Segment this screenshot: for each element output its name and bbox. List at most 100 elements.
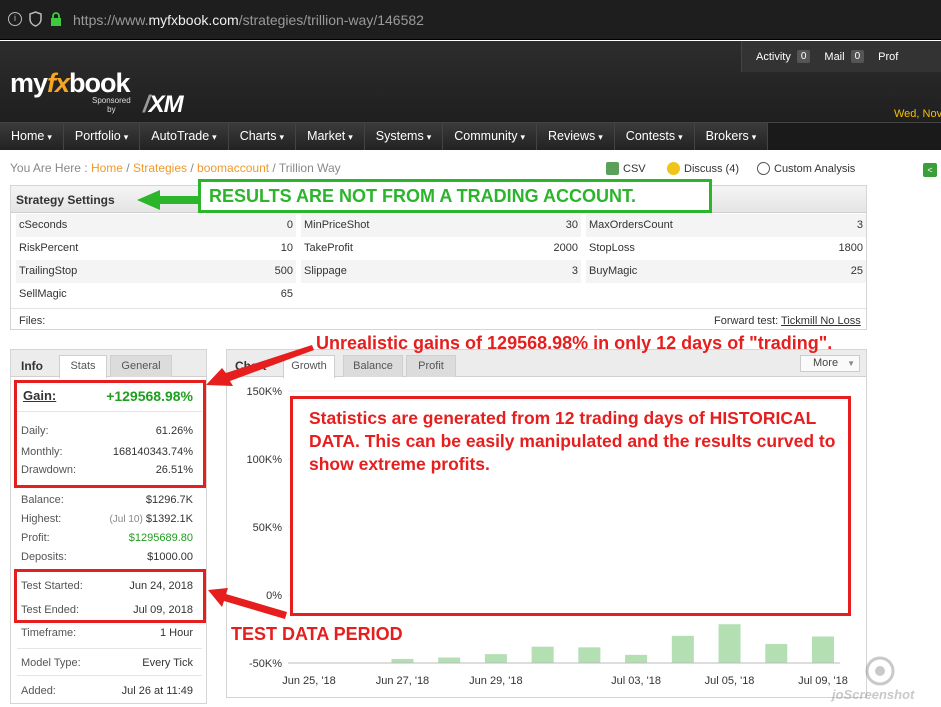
timeframe-label: Timeframe: <box>21 627 77 639</box>
deposits-value: $1000.00 <box>147 551 193 563</box>
setting-value-stoploss: 1800 <box>838 242 863 254</box>
y-tick-label: 50K% <box>253 522 283 534</box>
chevron-down-icon: ▾ <box>520 132 526 142</box>
nav-autotrade[interactable]: AutoTrade ▾ <box>140 123 229 150</box>
x-tick-label: Jul 05, '18 <box>705 675 755 687</box>
gain-highlight-box <box>14 380 206 488</box>
balance-label: Balance: <box>21 494 64 506</box>
mail-count: 0 <box>850 50 865 63</box>
setting-value-sellmagic: 65 <box>280 288 293 300</box>
highest-label: Highest: <box>21 513 62 525</box>
nav-systems[interactable]: Systems ▾ <box>364 123 444 150</box>
bar-mark <box>484 654 507 663</box>
discuss-icon <box>667 162 680 175</box>
tab-balance[interactable]: Balance <box>343 355 403 377</box>
share-icon[interactable]: < <box>923 163 937 177</box>
custom-analysis-button[interactable]: Custom Analysis <box>757 162 855 175</box>
chart-tabs: Chart Growth Balance Profit More ▼ <box>227 350 866 378</box>
info-icon[interactable]: i <box>8 12 22 26</box>
activity-count: 0 <box>796 50 811 63</box>
model-type-value: Every Tick <box>142 657 193 669</box>
bar-mark <box>671 635 694 663</box>
nav-portfolio[interactable]: Portfolio ▾ <box>63 123 141 150</box>
strategy-settings-title: Strategy Settings <box>16 193 115 207</box>
chevron-down-icon: ▾ <box>279 132 285 142</box>
clock-icon <box>757 162 770 175</box>
info-title: Info <box>21 359 43 373</box>
chevron-down-icon: ▾ <box>426 132 432 142</box>
files-label: Files: <box>19 315 46 327</box>
x-tick-label: Jun 27, '18 <box>376 675 429 687</box>
breadcrumb-account[interactable]: boomaccount <box>197 161 269 175</box>
nav-community[interactable]: Community ▾ <box>443 123 538 150</box>
chevron-down-icon: ▾ <box>212 132 217 142</box>
y-tick-label: -50K% <box>249 658 282 670</box>
y-tick-label: 100K% <box>247 454 283 466</box>
y-tick-label: 0% <box>266 590 282 602</box>
x-tick-label: Jun 25, '18 <box>282 675 335 687</box>
csv-icon <box>606 162 619 175</box>
more-dropdown[interactable]: More ▼ <box>800 355 860 372</box>
mail-link[interactable]: Mail 0 <box>824 50 865 63</box>
tab-growth[interactable]: Growth <box>283 355 335 378</box>
screenshot-watermark: joScreenshot <box>830 656 915 702</box>
browser-address-bar: i https://www.myfxbook.com/strategies/tr… <box>0 0 941 40</box>
setting-value-cseconds: 0 <box>286 219 293 231</box>
breadcrumb-strategies[interactable]: Strategies <box>133 161 187 175</box>
url-input[interactable]: https://www.myfxbook.com/strategies/tril… <box>73 12 424 28</box>
tab-stats[interactable]: Stats <box>59 355 107 378</box>
model-type-label: Model Type: <box>21 657 81 669</box>
setting-value-buymagic: 25 <box>850 265 863 277</box>
annotation-not-trading-account: RESULTS ARE NOT FROM A TRADING ACCOUNT. <box>198 179 712 213</box>
highest-value: (Jul 10) $1392.1K <box>109 513 193 525</box>
annotation-statistics-box: Statistics are generated from 12 trading… <box>290 396 851 616</box>
csv-button[interactable]: CSV <box>606 162 646 175</box>
setting-value-maxorderscount: 3 <box>856 219 863 231</box>
annotation-test-data-period: TEST DATA PERIOD <box>231 624 403 644</box>
tab-general[interactable]: General <box>110 355 172 377</box>
test-period-highlight-box <box>14 569 206 623</box>
chevron-down-icon: ▾ <box>598 132 603 142</box>
bar-mark <box>438 657 461 663</box>
annotation-unrealistic-gains: Unrealistic gains of 129568.98% in only … <box>316 333 833 353</box>
myfxbook-logo[interactable]: myfxbook <box>10 68 131 99</box>
bar-mark <box>718 624 741 663</box>
header-date: Wed, Nov <box>894 108 941 120</box>
bar-mark <box>625 654 648 663</box>
chart-title: Chart <box>235 359 267 373</box>
bar-mark <box>391 658 414 663</box>
x-tick-label: Jul 03, '18 <box>611 675 661 687</box>
svg-text:joScreenshot: joScreenshot <box>830 687 915 702</box>
setting-value-riskpercent: 10 <box>280 242 293 254</box>
bar-mark <box>765 643 788 663</box>
breadcrumb-home[interactable]: Home <box>91 161 123 175</box>
activity-link[interactable]: Activity 0 <box>756 50 811 63</box>
nav-market[interactable]: Market ▾ <box>296 123 365 150</box>
balance-value: $1296.7K <box>145 494 193 506</box>
nav-brokers[interactable]: Brokers ▾ <box>694 123 769 150</box>
setting-value-slippage: 3 <box>571 265 578 277</box>
page-root: i https://www.myfxbook.com/strategies/tr… <box>0 0 941 707</box>
nav-contests[interactable]: Contests ▾ <box>614 123 695 150</box>
discuss-button[interactable]: Discuss (4) <box>667 162 739 175</box>
main-nav: Home ▾ Portfolio ▾ AutoTrade ▾ Charts ▾ Market ▾ S… <box>0 122 941 150</box>
top-links: Activity 0 Mail 0 Prof <box>741 41 941 72</box>
shield-icon[interactable] <box>29 11 42 27</box>
chevron-down-icon: ▼ <box>847 359 855 368</box>
nav-home[interactable]: Home ▾ <box>0 123 64 150</box>
forward-test-link[interactable]: Tickmill No Loss <box>781 315 861 327</box>
info-tabs: Info Stats General <box>11 350 206 378</box>
added-label: Added: <box>21 685 56 697</box>
profile-link[interactable]: Prof <box>878 51 898 63</box>
lock-icon <box>51 12 61 26</box>
nav-charts[interactable]: Charts ▾ <box>228 123 297 150</box>
setting-value-takeprofit: 2000 <box>553 242 578 254</box>
sponsored-label: Sponsored by <box>92 96 131 114</box>
nav-reviews[interactable]: Reviews ▾ <box>537 123 615 150</box>
deposits-label: Deposits: <box>21 551 67 563</box>
breadcrumb: You Are Here : Home / Strategies / booma… <box>10 161 341 175</box>
tab-profit[interactable]: Profit <box>406 355 456 377</box>
setting-value-minpriceshot: 30 <box>565 219 578 231</box>
xm-logo[interactable]: /XM <box>143 91 184 119</box>
setting-value-trailingstop: 500 <box>274 265 293 277</box>
